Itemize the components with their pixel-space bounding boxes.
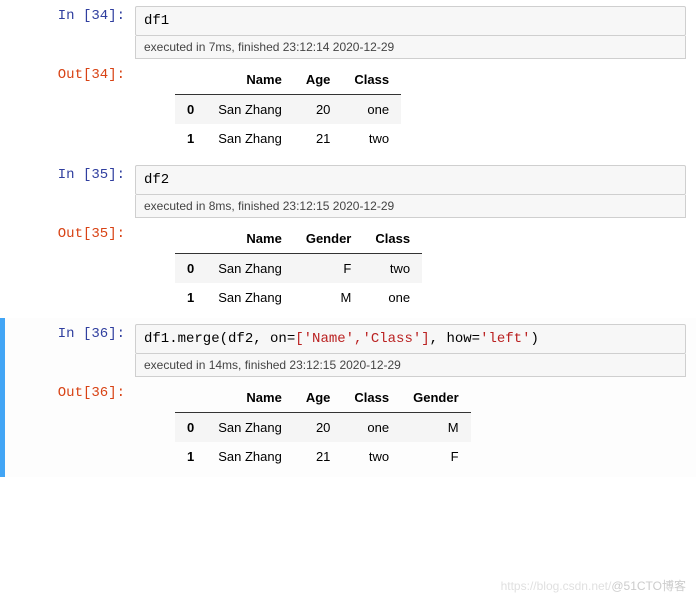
- table-cell: 21: [294, 124, 343, 153]
- table-header: Age: [294, 65, 343, 95]
- table-cell: San Zhang: [206, 283, 294, 312]
- table-header: Gender: [294, 224, 364, 254]
- table-cell: San Zhang: [206, 124, 294, 153]
- output-content: NameGenderClass0San ZhangFtwo1San ZhangM…: [135, 218, 696, 318]
- table-header: Name: [206, 65, 294, 95]
- output-content: NameAgeClass0San Zhang20one1San Zhang21t…: [135, 59, 696, 159]
- cell-content: df1 executed in 7ms, finished 23:12:14 2…: [135, 0, 696, 59]
- watermark-text: https://blog.csdn.net/@51CTO博客: [501, 577, 686, 594]
- row-index: 1: [175, 442, 206, 471]
- table-cell: San Zhang: [206, 254, 294, 284]
- cell-content: df2 executed in 8ms, finished 23:12:15 2…: [135, 159, 696, 218]
- input-prompt: In [36]:: [5, 318, 135, 377]
- table-cell: one: [342, 95, 401, 125]
- table-cell: one: [363, 283, 422, 312]
- dataframe-table: NameAgeClass0San Zhang20one1San Zhang21t…: [175, 65, 401, 153]
- notebook-output: Out[34]: NameAgeClass0San Zhang20one1San…: [0, 59, 696, 159]
- table-row: 1San Zhang21two: [175, 124, 401, 153]
- table-cell: F: [401, 442, 471, 471]
- table-header: Class: [363, 224, 422, 254]
- table-cell: San Zhang: [206, 95, 294, 125]
- notebook-output: Out[36]: NameAgeClassGender0San Zhang20o…: [0, 377, 696, 477]
- code-input[interactable]: df1.merge(df2, on=['Name','Class'], how=…: [135, 324, 686, 354]
- row-index: 1: [175, 283, 206, 312]
- table-cell: San Zhang: [206, 413, 294, 443]
- table-cell: F: [294, 254, 364, 284]
- execution-info: executed in 7ms, finished 23:12:14 2020-…: [135, 36, 686, 59]
- table-cell: M: [401, 413, 471, 443]
- table-cell: 20: [294, 95, 343, 125]
- notebook-cell: In [34]: df1 executed in 7ms, finished 2…: [0, 0, 696, 59]
- cell-content: df1.merge(df2, on=['Name','Class'], how=…: [135, 318, 696, 377]
- table-row: 1San ZhangMone: [175, 283, 422, 312]
- output-prompt: Out[34]:: [5, 59, 135, 159]
- dataframe-table: NameAgeClassGender0San Zhang20oneM1San Z…: [175, 383, 471, 471]
- table-cell: two: [342, 442, 401, 471]
- table-row: 1San Zhang21twoF: [175, 442, 471, 471]
- table-header: Class: [342, 383, 401, 413]
- table-header: [175, 224, 206, 254]
- execution-info: executed in 8ms, finished 23:12:15 2020-…: [135, 195, 686, 218]
- notebook-output: Out[35]: NameGenderClass0San ZhangFtwo1S…: [0, 218, 696, 318]
- table-header: Name: [206, 383, 294, 413]
- table-header: Gender: [401, 383, 471, 413]
- row-index: 0: [175, 413, 206, 443]
- input-prompt: In [35]:: [5, 159, 135, 218]
- row-index: 1: [175, 124, 206, 153]
- output-content: NameAgeClassGender0San Zhang20oneM1San Z…: [135, 377, 696, 477]
- table-cell: one: [342, 413, 401, 443]
- table-row: 0San Zhang20one: [175, 95, 401, 125]
- output-prompt: Out[36]:: [5, 377, 135, 477]
- notebook-cell-selected: In [36]: df1.merge(df2, on=['Name','Clas…: [0, 318, 696, 377]
- execution-info: executed in 14ms, finished 23:12:15 2020…: [135, 354, 686, 377]
- dataframe-table: NameGenderClass0San ZhangFtwo1San ZhangM…: [175, 224, 422, 312]
- table-cell: 21: [294, 442, 343, 471]
- table-cell: M: [294, 283, 364, 312]
- input-prompt: In [34]:: [5, 0, 135, 59]
- table-cell: two: [363, 254, 422, 284]
- code-input[interactable]: df2: [135, 165, 686, 195]
- table-header: Class: [342, 65, 401, 95]
- table-header: Age: [294, 383, 343, 413]
- code-input[interactable]: df1: [135, 6, 686, 36]
- row-index: 0: [175, 95, 206, 125]
- table-row: 0San ZhangFtwo: [175, 254, 422, 284]
- table-header: [175, 383, 206, 413]
- table-row: 0San Zhang20oneM: [175, 413, 471, 443]
- row-index: 0: [175, 254, 206, 284]
- table-cell: 20: [294, 413, 343, 443]
- table-cell: San Zhang: [206, 442, 294, 471]
- table-cell: two: [342, 124, 401, 153]
- notebook-cell: In [35]: df2 executed in 8ms, finished 2…: [0, 159, 696, 218]
- table-header: [175, 65, 206, 95]
- output-prompt: Out[35]:: [5, 218, 135, 318]
- table-header: Name: [206, 224, 294, 254]
